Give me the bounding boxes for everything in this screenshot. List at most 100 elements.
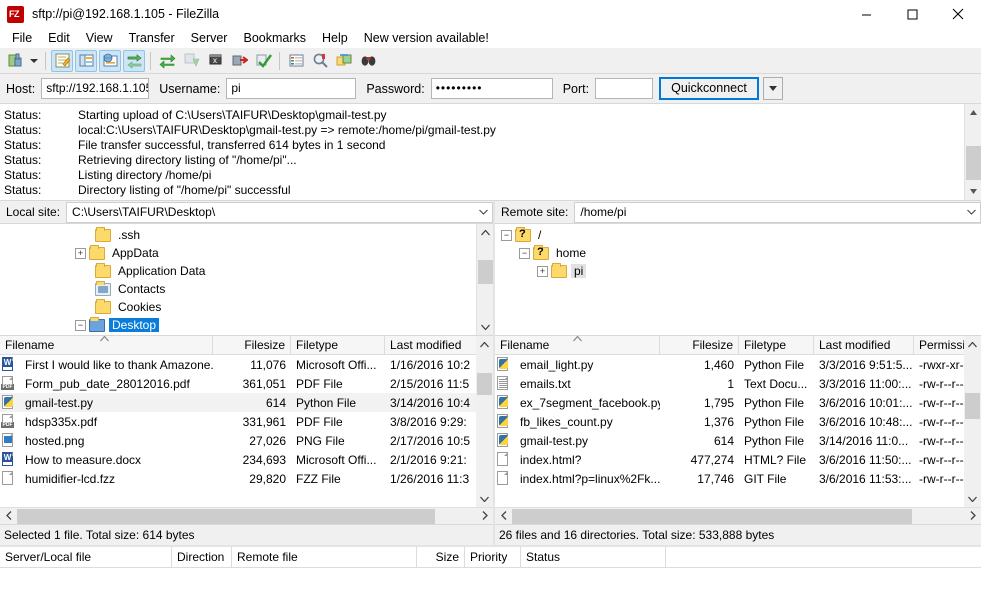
- tree-node[interactable]: Application Data: [0, 262, 476, 280]
- find-files-icon[interactable]: [357, 50, 379, 72]
- remote-site-input[interactable]: /home/pi: [574, 201, 981, 223]
- column-header-filetype[interactable]: Filetype: [739, 335, 814, 355]
- filter-icon[interactable]: [285, 50, 307, 72]
- menu-server[interactable]: Server: [183, 28, 236, 48]
- scroll-down-icon[interactable]: [477, 318, 494, 335]
- tree-node-home[interactable]: − home: [495, 244, 981, 262]
- table-row[interactable]: How to measure.docx 234,693 Microsoft Of…: [0, 450, 493, 469]
- scroll-up-icon[interactable]: [477, 224, 494, 241]
- menu-transfer[interactable]: Transfer: [121, 28, 183, 48]
- scroll-left-icon[interactable]: [0, 510, 17, 522]
- expand-plus-icon[interactable]: +: [75, 247, 86, 259]
- local-list-scrollbar[interactable]: [476, 355, 493, 507]
- toggle-message-log-icon[interactable]: [51, 49, 73, 72]
- remote-directory-tree[interactable]: − / − home + pi: [495, 224, 981, 336]
- column-header-filesize[interactable]: Filesize: [213, 335, 291, 355]
- local-horizontal-scrollbar[interactable]: [0, 507, 493, 524]
- menu-view[interactable]: View: [78, 28, 121, 48]
- table-row[interactable]: gmail-test.py 614 Python File 3/14/2016 …: [495, 431, 981, 450]
- refresh-icon[interactable]: [156, 50, 178, 72]
- scroll-up-icon[interactable]: [476, 336, 493, 353]
- quickconnect-dropdown-icon[interactable]: [762, 77, 783, 100]
- column-header-size[interactable]: Size: [417, 546, 465, 568]
- tree-node[interactable]: Cookies: [0, 298, 476, 316]
- tree-node-root[interactable]: − /: [495, 226, 981, 244]
- table-row[interactable]: fb_likes_count.py 1,376 Python File 3/6/…: [495, 412, 981, 431]
- scroll-up-icon[interactable]: [965, 104, 981, 121]
- scrollbar-thumb[interactable]: [17, 509, 435, 524]
- tree-node[interactable]: .ssh: [0, 226, 476, 244]
- disconnect-icon[interactable]: [228, 50, 250, 72]
- host-input[interactable]: sftp://192.168.1.105: [41, 78, 150, 99]
- scroll-down-icon[interactable]: [965, 183, 981, 200]
- collapse-minus-icon[interactable]: −: [75, 319, 86, 331]
- expand-plus-icon[interactable]: +: [537, 265, 548, 277]
- synchronized-browsing-icon[interactable]: [333, 50, 355, 72]
- table-row[interactable]: ex_7segment_facebook.py 1,795 Python Fil…: [495, 393, 981, 412]
- reconnect-icon[interactable]: [252, 50, 274, 72]
- username-input[interactable]: pi: [226, 78, 357, 99]
- menu-new-version-available[interactable]: New version available!: [356, 28, 497, 48]
- site-manager-icon[interactable]: [4, 50, 26, 72]
- process-queue-icon[interactable]: [180, 50, 202, 72]
- scrollbar-thumb[interactable]: [512, 509, 912, 524]
- column-header-last-modified[interactable]: Last modified: [385, 336, 478, 355]
- collapse-minus-icon[interactable]: −: [519, 247, 530, 259]
- tree-node[interactable]: + AppData: [0, 244, 476, 262]
- toggle-remote-tree-icon[interactable]: [99, 49, 121, 72]
- menu-edit[interactable]: Edit: [40, 28, 78, 48]
- table-row[interactable]: Form_pub_date_28012016.pdf 361,051 PDF F…: [0, 374, 493, 393]
- menu-file[interactable]: File: [4, 28, 40, 48]
- scroll-down-icon[interactable]: [964, 490, 981, 507]
- chevron-down-icon[interactable]: [474, 207, 492, 217]
- table-row[interactable]: index.html?p=linux%2Fk... 17,746 GIT Fil…: [495, 469, 981, 488]
- table-row[interactable]: index.html? 477,274 HTML? File 3/6/2016 …: [495, 450, 981, 469]
- menu-bookmarks[interactable]: Bookmarks: [235, 28, 314, 48]
- scroll-up-icon[interactable]: [964, 336, 981, 353]
- directory-comparison-icon[interactable]: [309, 50, 331, 72]
- scroll-right-icon[interactable]: [964, 510, 981, 522]
- scrollbar-thumb[interactable]: [477, 373, 492, 395]
- scroll-left-icon[interactable]: [495, 510, 512, 522]
- table-row[interactable]: hdsp335x.pdf 331,961 PDF File 3/8/2016 9…: [0, 412, 493, 431]
- local-tree-scrollbar[interactable]: [476, 224, 493, 335]
- toggle-transfer-queue-icon[interactable]: [123, 49, 145, 72]
- table-row[interactable]: humidifier-lcd.fzz 29,820 FZZ File 1/26/…: [0, 469, 493, 488]
- quickconnect-button[interactable]: Quickconnect: [659, 77, 759, 100]
- scroll-down-icon[interactable]: [476, 490, 493, 507]
- tree-node[interactable]: Contacts: [0, 280, 476, 298]
- column-header-filetype[interactable]: Filetype: [291, 335, 385, 355]
- collapse-minus-icon[interactable]: −: [501, 229, 512, 241]
- table-row-selected[interactable]: gmail-test.py 614 Python File 3/14/2016 …: [0, 393, 493, 412]
- scrollbar-thumb[interactable]: [966, 146, 981, 180]
- local-directory-tree[interactable]: .ssh + AppData Application Data Contacts…: [0, 224, 493, 336]
- menu-help[interactable]: Help: [314, 28, 356, 48]
- minimize-button[interactable]: [843, 0, 889, 28]
- scrollbar-thumb[interactable]: [478, 260, 493, 284]
- column-header-last-modified[interactable]: Last modified: [814, 335, 914, 355]
- remote-horizontal-scrollbar[interactable]: [495, 507, 981, 524]
- message-log-scrollbar[interactable]: [964, 104, 981, 200]
- list-scroll-up-area[interactable]: [476, 336, 493, 355]
- close-button[interactable]: [935, 0, 981, 28]
- column-header-status[interactable]: Status: [521, 546, 666, 568]
- table-row[interactable]: emails.txt 1 Text Docu... 3/3/2016 11:00…: [495, 374, 981, 393]
- port-input[interactable]: [595, 78, 654, 99]
- password-input[interactable]: •••••••••: [430, 78, 553, 99]
- scroll-right-icon[interactable]: [476, 510, 493, 522]
- local-site-input[interactable]: C:\Users\TAIFUR\Desktop\: [66, 201, 493, 223]
- cancel-operation-icon[interactable]: x: [204, 50, 226, 72]
- toggle-local-tree-icon[interactable]: [75, 49, 97, 72]
- list-scroll-up-area[interactable]: [964, 336, 981, 355]
- table-row[interactable]: First I would like to thank Amazone... 1…: [0, 355, 493, 374]
- maximize-button[interactable]: [889, 0, 935, 28]
- queue-body[interactable]: [0, 568, 981, 593]
- column-header-direction[interactable]: Direction: [172, 546, 232, 568]
- table-row[interactable]: email_light.py 1,460 Python File 3/3/201…: [495, 355, 981, 374]
- column-header-server-local-file[interactable]: Server/Local file: [0, 546, 172, 568]
- column-header-priority[interactable]: Priority: [465, 546, 521, 568]
- table-row[interactable]: hosted.png 27,026 PNG File 2/17/2016 10:…: [0, 431, 493, 450]
- scrollbar-thumb[interactable]: [965, 393, 980, 419]
- remote-list-scrollbar[interactable]: [964, 355, 981, 507]
- column-header-filesize[interactable]: Filesize: [660, 335, 739, 355]
